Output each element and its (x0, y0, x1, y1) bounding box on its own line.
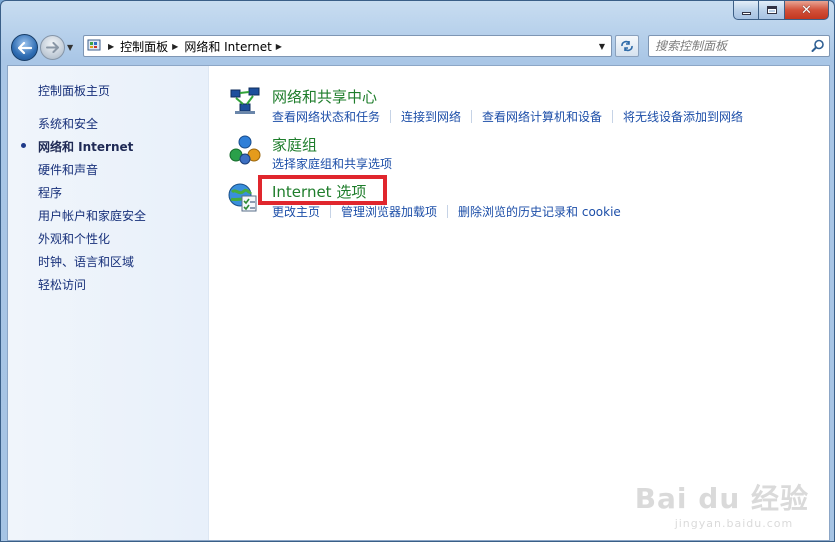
sidebar-item-hardware-sound[interactable]: 硬件和声音 (38, 161, 98, 178)
category-title-homegroup[interactable]: 家庭组 (272, 134, 317, 155)
link-divider (612, 110, 614, 123)
content-area: 控制面板主页 系统和安全 网络和 Internet 硬件和声音 程序 用户帐户和… (7, 65, 830, 541)
category-title-network-sharing-center[interactable]: 网络和共享中心 (272, 86, 377, 107)
minimize-button[interactable] (733, 1, 759, 20)
forward-arrow-icon (46, 42, 59, 53)
sidebar-item-network-internet[interactable]: 网络和 Internet (38, 138, 133, 155)
links-network-sharing-center: 查看网络状态和任务 连接到网络 查看网络计算机和设备 将无线设备添加到网络 (272, 108, 743, 125)
link-manage-addons[interactable]: 管理浏览器加载项 (341, 203, 437, 220)
links-homegroup: 选择家庭组和共享选项 (272, 155, 392, 172)
back-arrow-icon (17, 41, 32, 54)
breadcrumb-network-internet[interactable]: 网络和 Internet (184, 38, 271, 55)
link-connect-to-network[interactable]: 连接到网络 (401, 108, 461, 125)
watermark-url: jingyan.baidu.com (674, 517, 794, 530)
control-panel-window: ✕ ▼ ▶ 控制面板 ▶ 网络和 Internet ▶ ▼ 搜索控制面板 控制面… (0, 0, 835, 542)
sidebar: 控制面板主页 系统和安全 网络和 Internet 硬件和声音 程序 用户帐户和… (8, 66, 209, 540)
maximize-button[interactable] (759, 1, 785, 20)
back-button[interactable] (11, 34, 38, 61)
sidebar-item-appearance[interactable]: 外观和个性化 (38, 230, 110, 247)
network-sharing-center-icon[interactable] (229, 84, 261, 116)
current-page-bullet-icon (21, 143, 26, 148)
refresh-button[interactable] (615, 35, 639, 57)
link-delete-browsing-history[interactable]: 删除浏览的历史记录和 cookie (458, 203, 621, 220)
main-panel: 网络和共享中心 查看网络状态和任务 连接到网络 查看网络计算机和设备 将无线设备… (209, 66, 829, 540)
link-change-homepage[interactable]: 更改主页 (272, 203, 320, 220)
baidu-jingyan-watermark: Bai du 经验 jingyan.baidu.com (635, 477, 809, 530)
links-internet-options: 更改主页 管理浏览器加载项 删除浏览的历史记录和 cookie (272, 203, 621, 220)
link-divider (447, 205, 449, 218)
internet-options-icon[interactable] (227, 182, 259, 214)
link-choose-homegroup-sharing[interactable]: 选择家庭组和共享选项 (272, 155, 392, 172)
close-button[interactable]: ✕ (785, 1, 829, 20)
breadcrumb-separator-icon[interactable]: ▶ (172, 42, 178, 51)
search-input[interactable] (655, 39, 805, 53)
control-panel-icon (87, 39, 101, 51)
category-title-internet-options[interactable]: Internet 选项 (272, 181, 366, 202)
recent-pages-dropdown-icon[interactable]: ▼ (67, 43, 73, 52)
sidebar-item-user-accounts[interactable]: 用户帐户和家庭安全 (38, 207, 146, 224)
homegroup-icon[interactable] (229, 134, 261, 166)
sidebar-item-system-security[interactable]: 系统和安全 (38, 115, 98, 132)
search-box[interactable] (648, 35, 830, 57)
minimize-icon (741, 11, 751, 15)
sidebar-item-programs[interactable]: 程序 (38, 184, 62, 201)
breadcrumb-separator-icon[interactable]: ▶ (108, 42, 114, 51)
link-divider (390, 110, 392, 123)
watermark-logo: Bai du 经验 (634, 482, 809, 515)
sidebar-item-home[interactable]: 控制面板主页 (38, 82, 110, 99)
navigation-bar: ▼ ▶ 控制面板 ▶ 网络和 Internet ▶ ▼ (7, 31, 830, 61)
refresh-icon (621, 40, 633, 52)
address-bar[interactable]: ▶ 控制面板 ▶ 网络和 Internet ▶ ▼ (83, 35, 612, 57)
link-divider (471, 110, 473, 123)
breadcrumb-control-panel[interactable]: 控制面板 (120, 38, 168, 55)
sidebar-item-clock-language[interactable]: 时钟、语言和区域 (38, 253, 134, 270)
maximize-icon (766, 6, 777, 14)
link-view-network-computers[interactable]: 查看网络计算机和设备 (482, 108, 602, 125)
link-add-wireless-device[interactable]: 将无线设备添加到网络 (623, 108, 743, 125)
forward-button[interactable] (40, 35, 65, 60)
address-dropdown-icon[interactable]: ▼ (593, 36, 611, 56)
link-view-network-status[interactable]: 查看网络状态和任务 (272, 108, 380, 125)
link-divider (330, 205, 332, 218)
search-icon[interactable] (811, 39, 825, 53)
sidebar-item-ease-of-access[interactable]: 轻松访问 (38, 276, 86, 293)
close-icon: ✕ (801, 2, 812, 18)
breadcrumb-separator-icon[interactable]: ▶ (276, 42, 282, 51)
caption-buttons: ✕ (733, 1, 829, 21)
